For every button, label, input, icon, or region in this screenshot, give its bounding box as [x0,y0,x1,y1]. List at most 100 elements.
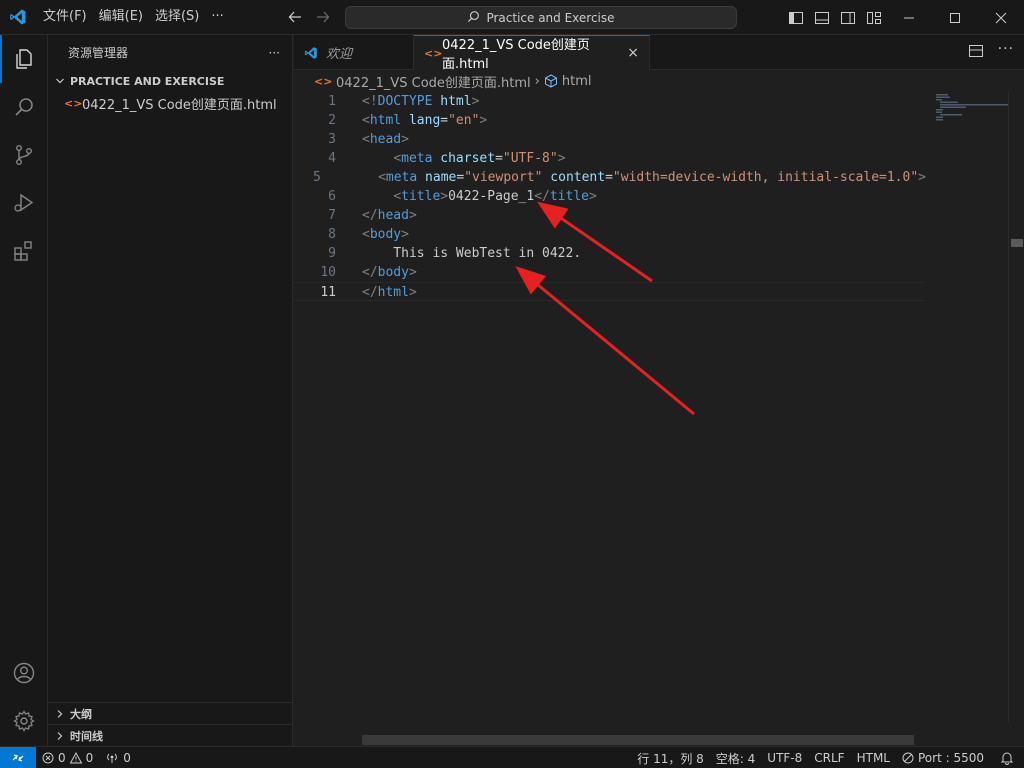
code-token: > [408,285,417,300]
horizontal-scrollbar[interactable] [362,735,914,745]
search-view-icon[interactable] [0,83,48,131]
close-icon[interactable]: × [627,45,639,61]
timeline-section-header[interactable]: 时间线 [48,724,292,746]
vscode-logo-icon [0,0,35,35]
error-icon [42,752,54,764]
menu-more[interactable]: ··· [205,5,229,29]
code-token: head [369,132,402,147]
code-token: = [605,170,613,185]
code-text: <!DOCTYPE html> [362,92,479,111]
vertical-scrollbar[interactable] [1008,92,1024,722]
toggle-primary-sidebar-icon[interactable] [786,8,806,28]
settings-gear-icon[interactable] [0,697,48,745]
menu-selection[interactable]: 选择(S) [149,5,205,29]
tab-html-file[interactable]: <> 0422_1_VS Code创建页面.html × [414,35,650,72]
code-line[interactable]: 11 </html> [294,282,926,301]
code-token: > [408,265,417,280]
extensions-icon[interactable] [0,227,48,275]
code-line[interactable]: 2 <html lang="en"> [294,111,926,130]
line-number: 3 [328,132,336,147]
code-line[interactable]: 7 </head> [294,206,926,225]
code-token: head [377,208,409,223]
code-token: = [440,113,449,128]
account-icon[interactable] [0,649,48,697]
indentation[interactable]: 空格: 4 [710,747,762,768]
line-number: 1 [328,94,336,109]
vscode-logo-icon [304,46,318,60]
code-line[interactable]: 4 <meta charset="UTF-8"> [294,149,926,168]
customize-layout-icon[interactable] [864,8,884,28]
tab-html-file-label: 0422_1_VS Code创建页面.html [442,38,590,72]
chevron-right-icon [52,706,68,722]
explorer-more-actions[interactable]: ··· [269,46,280,60]
code-line[interactable]: 5 <meta name="viewport" content="width=d… [294,168,926,187]
workspace-folder-header[interactable]: PRACTICE AND EXERCISE [48,70,292,92]
file-item[interactable]: <> 0422_1_VS Code创建页面.html [48,92,292,114]
forward-arrow-icon[interactable] [314,8,332,26]
code-token: < [378,170,386,185]
code-token: < [362,227,370,242]
code-line[interactable]: 6 <title>0422-Page_1</title> [294,187,926,206]
live-server-status[interactable]: Port : 5500 [896,747,990,768]
code-token: </ [362,265,378,280]
line-number: 11 [320,285,336,300]
end-of-line[interactable]: CRLF [808,747,850,768]
close-window-icon[interactable] [978,0,1024,35]
problems-status[interactable]: 0 0 [36,747,99,768]
html-file-icon: <> [314,74,333,88]
source-control-icon[interactable] [0,131,48,179]
code-token: > [440,189,449,204]
code-token: < [362,113,370,128]
code-line[interactable]: 10 </body> [294,263,926,282]
outline-label: 大纲 [70,707,92,721]
symbol-cube-icon [544,74,558,88]
explorer-icon[interactable] [0,35,48,83]
code-token: > [589,189,597,204]
notifications-bell-icon[interactable] [990,747,1024,768]
menu-edit[interactable]: 编辑(E) [93,5,149,29]
command-center-search[interactable]: Practice and Exercise [345,6,737,29]
search-label: Practice and Exercise [486,10,615,25]
activity-bar [0,35,48,746]
encoding[interactable]: UTF-8 [761,747,808,768]
status-right: 行 11，列 8 空格: 4 UTF-8 CRLF HTML Port : 55… [631,747,1024,768]
toggle-secondary-sidebar-icon[interactable] [838,8,858,28]
toggle-panel-icon[interactable] [812,8,832,28]
code-line[interactable]: 1 <!DOCTYPE html> [294,92,926,111]
code-token: </ [362,208,378,223]
minimize-icon[interactable] [886,0,932,35]
code-line[interactable]: 9 This is WebTest in 0422. [294,244,926,263]
code-line[interactable]: 3 <head> [294,130,926,149]
tab-welcome-label: 欢迎 [326,47,353,62]
line-number: 6 [328,189,336,204]
tab-welcome[interactable]: 欢迎 [294,35,414,70]
breadcrumb-symbol[interactable]: html [562,74,592,89]
editor-tabs: 欢迎 <> 0422_1_VS Code创建页面.html × ··· [294,35,1024,72]
editor-more-actions[interactable]: ··· [998,41,1014,57]
ports-status[interactable]: 0 [99,747,137,768]
split-editor-icon[interactable] [968,43,984,63]
code-editor[interactable]: 1 <!DOCTYPE html> 2 <html lang="en"> 3 <head>… [294,92,926,301]
html-file-icon: <> [424,46,443,60]
remote-indicator-icon[interactable] [0,746,36,768]
back-arrow-icon[interactable] [286,8,304,26]
minimap[interactable] [926,92,1008,722]
code-token: > [557,151,566,166]
language-mode[interactable]: HTML [851,747,896,768]
menu-file[interactable]: 文件(F) [37,5,93,29]
warning-icon [69,751,82,764]
line-number: 8 [328,227,336,242]
scrollbar-thumb[interactable] [1011,239,1023,247]
line-number: 2 [328,113,336,128]
code-line[interactable]: 8 <body> [294,225,926,244]
code-token: > [408,208,417,223]
code-token: meta [385,170,418,185]
code-token: lang [408,113,441,128]
maximize-icon[interactable] [932,0,978,35]
run-and-debug-icon[interactable] [0,179,48,227]
cursor-position[interactable]: 行 11，列 8 [631,747,710,768]
code-token: charset [440,151,496,166]
code-token: "UTF-8" [502,151,558,166]
breadcrumb-file[interactable]: 0422_1_VS Code创建页面.html [336,72,531,91]
outline-section-header[interactable]: 大纲 [48,702,292,724]
